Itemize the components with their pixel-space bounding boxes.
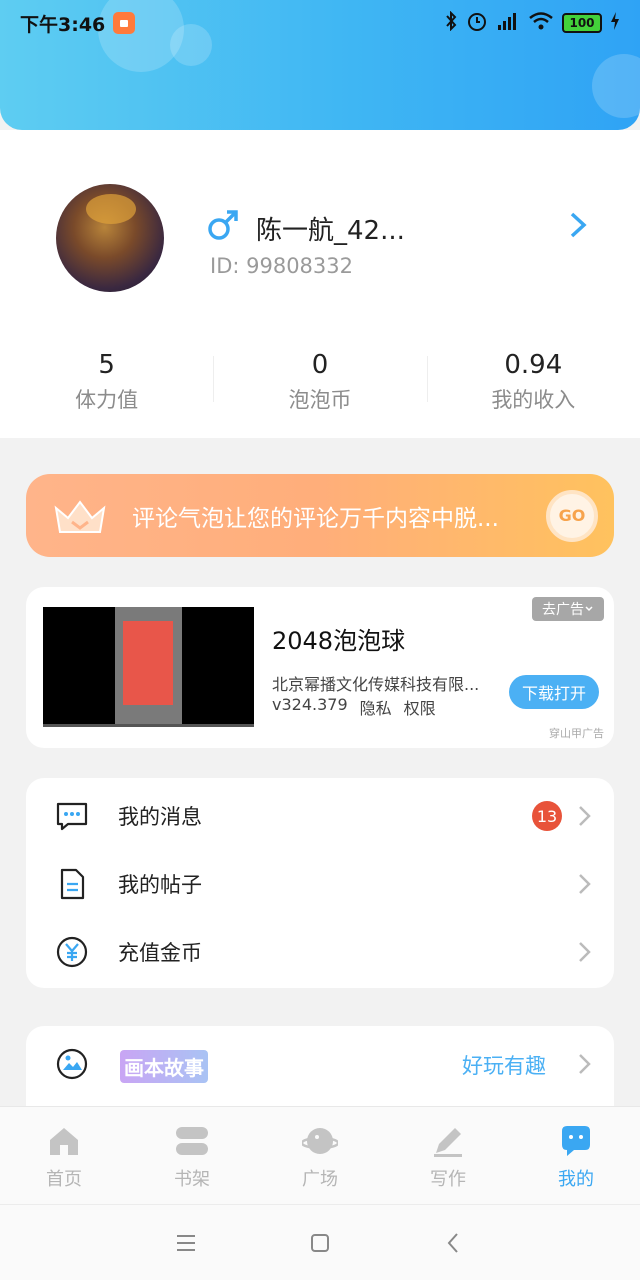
download-open-button[interactable]: 下载打开 [509,675,599,709]
message-icon [56,802,88,831]
battery-icon: 100 [562,13,602,33]
signal-icon [496,11,520,35]
stat-label: 我的收入 [491,388,576,412]
picture-book-icon [56,1048,88,1080]
home-icon [50,1128,78,1155]
chevron-down-icon [585,606,593,612]
menu-icon[interactable] [174,1231,198,1255]
menu-label: 充值金币 [118,941,202,965]
profile-section: 陈一航_42... ID: 99808332 5 体力值 0 泡泡币 0.94 … [0,130,640,438]
system-nav-bar [0,1204,640,1280]
pen-icon [434,1128,462,1157]
tab-home[interactable]: 首页 [0,1107,128,1204]
menu-label: 我的帖子 [118,873,202,897]
tab-mine[interactable]: 我的 [512,1107,640,1204]
planet-icon [302,1128,338,1154]
unread-badge: 13 [532,801,562,831]
username[interactable]: 陈一航_42... [256,210,405,247]
bookshelf-icon [176,1127,208,1155]
tab-label: 首页 [46,1169,82,1190]
male-icon [208,210,238,240]
story-tag: 好玩有趣 [462,1054,546,1078]
promo-banner[interactable]: 评论气泡让您的评论万千内容中脱... GO [26,474,614,557]
ad-version: v324.379 [272,695,348,714]
coin-icon [56,936,88,968]
stat-value: 5 [98,350,115,380]
stat-bubble-coins[interactable]: 0 泡泡币 [213,348,426,418]
chevron-right-icon[interactable] [566,210,590,240]
stat-income[interactable]: 0.94 我的收入 [426,348,640,418]
menu-item-recharge[interactable]: 充值金币 [26,918,614,986]
stat-value: 0 [311,350,329,380]
bluetooth-icon [444,10,458,35]
story-card[interactable]: 画本故事 好玩有趣 [26,1026,614,1116]
tab-label: 写作 [430,1169,466,1190]
ad-permissions-link[interactable]: 权限 [404,695,436,719]
story-logo: 画本故事 [120,1050,208,1083]
crown-icon [54,499,106,533]
chevron-right-icon [579,942,591,962]
tab-bookshelf[interactable]: 书架 [128,1107,256,1204]
ad-privacy-link[interactable]: 隐私 [360,695,392,719]
ad-source-label: 穿山甲广告 [549,727,604,740]
ad-meta: v324.379 隐私 权限 [272,695,436,719]
tab-bar: 首页 书架 广场 写作 我的 [0,1106,640,1204]
menu-item-posts[interactable]: 我的帖子 [26,850,614,918]
chevron-right-icon [579,806,591,826]
user-id: ID: 99808332 [210,254,354,278]
tab-label: 广场 [302,1169,338,1190]
home-square-icon[interactable] [308,1231,332,1255]
ad-video-thumbnail[interactable] [43,607,254,727]
avatar[interactable] [56,184,164,292]
chevron-right-icon [579,874,591,894]
ad-company: 北京幂播文化传媒科技有限... [272,675,480,694]
menu-label: 我的消息 [118,805,202,829]
tab-label: 书架 [174,1169,210,1190]
menu-card: 我的消息 13 我的帖子 充值金币 [26,778,614,988]
tab-label: 我的 [558,1169,594,1190]
stat-value: 0.94 [504,350,563,380]
stat-label: 体力值 [75,388,139,412]
stat-stamina[interactable]: 5 体力值 [0,348,213,418]
menu-item-messages[interactable]: 我的消息 13 [26,782,614,850]
promo-text: 评论气泡让您的评论万千内容中脱... [132,505,499,532]
remove-ad-label: 去广告 [542,602,584,618]
notification-app-icon [113,12,136,34]
alarm-icon [466,10,488,36]
tab-write[interactable]: 写作 [384,1107,512,1204]
charging-icon [610,11,620,35]
status-bar: 下午3:46 100 [0,0,640,46]
status-time: 下午3:46 [20,13,106,36]
ad-title: 2048泡泡球 [272,627,406,655]
status-icons: 100 [444,10,620,36]
tab-square[interactable]: 广场 [256,1107,384,1204]
stat-label: 泡泡币 [288,388,352,412]
document-icon [60,868,85,900]
go-button[interactable]: GO [546,489,598,542]
chevron-right-icon [579,1054,591,1074]
wifi-icon [528,11,554,35]
remove-ad-button[interactable]: 去广告 [532,597,604,621]
ad-card[interactable]: 去广告 2048泡泡球 北京幂播文化传媒科技有限... v324.379 隐私 … [26,587,614,748]
chat-bubble-icon [562,1126,590,1156]
stats-row: 5 体力值 0 泡泡币 0.94 我的收入 [0,348,640,418]
back-icon[interactable] [442,1231,466,1255]
